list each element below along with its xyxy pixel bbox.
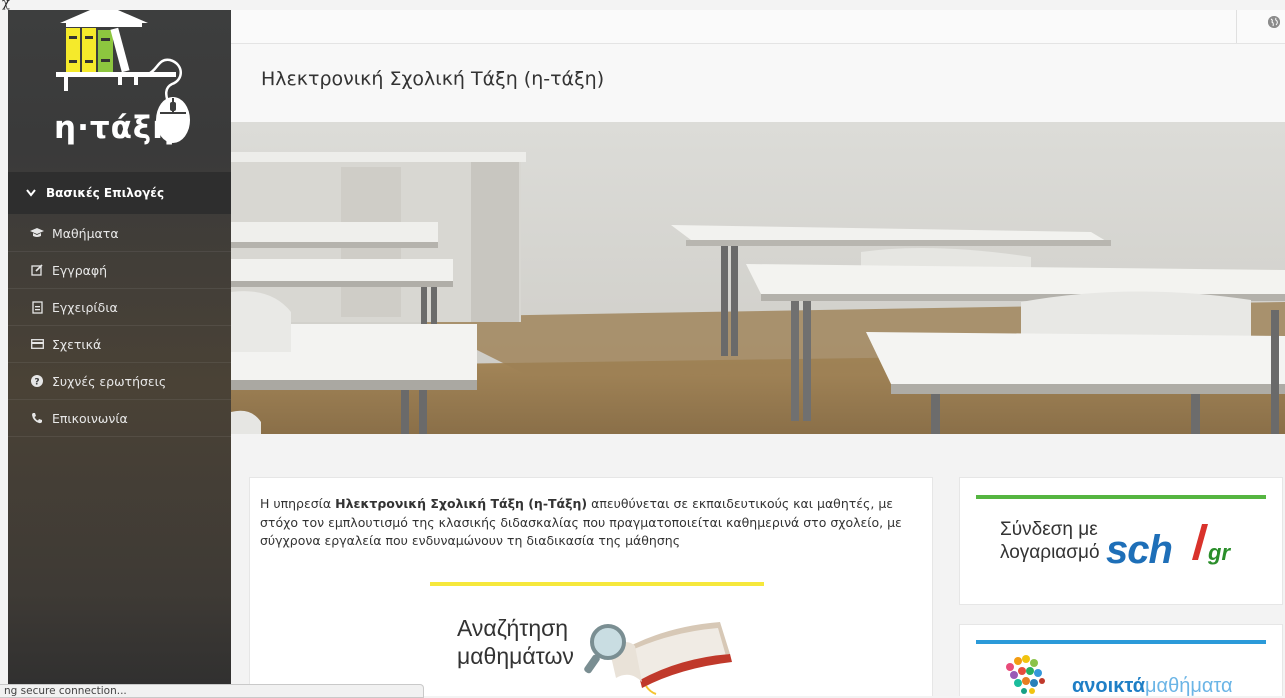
magnifier-book-icon	[584, 622, 732, 695]
sidebar-item-label: Εγγραφή	[52, 262, 108, 278]
menu-heading[interactable]: Βασικές Επιλογές	[8, 172, 231, 214]
sidebar-item-faq[interactable]: ? Συχνές ερωτήσεις	[8, 363, 231, 400]
globe-icon[interactable]	[1268, 16, 1280, 28]
bookshelf-mouse-logo-icon	[56, 10, 190, 143]
blue-divider	[976, 640, 1266, 644]
card-icon	[30, 339, 44, 349]
logo-text: η·τάξη	[54, 110, 176, 146]
hero-image	[231, 122, 1285, 434]
search-line-2: μαθημάτων	[457, 643, 574, 669]
sidebar-menu: Μαθήματα Εγγραφή Εγχειρίδια Σχετικά ? Συ…	[8, 215, 231, 437]
sch-logo-text: sch	[1106, 528, 1173, 572]
intro-card: Η υπηρεσία Ηλεκτρονική Σχολική Τάξη (η-Τ…	[249, 477, 933, 696]
menu-heading-label: Βασικές Επιλογές	[46, 186, 165, 200]
pencil-slash-icon	[1192, 524, 1208, 560]
sidebar-item-about[interactable]: Σχετικά	[8, 326, 231, 363]
sch-login-label: Σύνδεση με λογαριασμό	[1000, 518, 1100, 564]
course-search-banner[interactable]: Αναζήτηση μαθημάτων	[430, 582, 764, 696]
open-courses-logo-icon	[1006, 655, 1045, 694]
sidebar-item-manuals[interactable]: Εγχειρίδια	[8, 289, 231, 326]
yellow-divider	[430, 582, 764, 586]
sidebar: η·τάξη Βασικές Επιλογές Μαθήματα Εγγραφή…	[8, 10, 231, 695]
sidebar-item-label: Εγχειρίδια	[52, 299, 118, 315]
sidebar-item-contact[interactable]: Επικοινωνία	[8, 400, 231, 437]
green-divider	[976, 495, 1266, 499]
logo[interactable]: η·τάξη	[8, 10, 231, 170]
file-icon	[30, 300, 44, 314]
open-courses-card[interactable]: ανοικτάμαθήματα	[959, 624, 1283, 697]
sidebar-item-register[interactable]: Εγγραφή	[8, 252, 231, 289]
edit-icon	[30, 264, 44, 276]
chevron-down-icon	[26, 187, 36, 200]
intro-service-name: Ηλεκτρονική Σχολική Τάξη (η-Τάξη)	[335, 496, 588, 511]
page-title: Ηλεκτρονική Σχολική Τάξη (η-τάξη)	[261, 68, 605, 90]
sidebar-item-label: Επικοινωνία	[52, 410, 128, 426]
sch-login-card[interactable]: Σύνδεση με λογαριασμό sch gr	[959, 477, 1283, 605]
intro-text: Η υπηρεσία Ηλεκτρονική Σχολική Τάξη (η-Τ…	[260, 495, 920, 551]
open-courses-light: μαθήματα	[1145, 675, 1233, 697]
phone-icon	[30, 412, 44, 424]
sch-logo-suffix: gr	[1208, 540, 1230, 565]
open-courses-strong: ανοικτά	[1072, 675, 1146, 697]
intro-prefix: Η υπηρεσία	[260, 496, 336, 511]
sidebar-item-label: Συχνές ερωτήσεις	[52, 373, 167, 389]
graduation-cap-icon	[30, 228, 44, 238]
search-line-1: Αναζήτηση	[457, 615, 569, 641]
question-circle-icon: ?	[30, 375, 44, 387]
course-search-label: Αναζήτηση μαθημάτων	[457, 614, 574, 670]
sidebar-item-courses[interactable]: Μαθήματα	[8, 215, 231, 252]
classroom-desks-illustration	[231, 122, 1285, 434]
sidebar-item-label: Σχετικά	[52, 336, 102, 352]
divider	[1236, 10, 1237, 43]
top-bar	[231, 10, 1285, 44]
sidebar-item-label: Μαθήματα	[52, 225, 119, 241]
sch-line-1: Σύνδεση με	[1000, 519, 1098, 540]
svg-text:?: ?	[34, 378, 39, 388]
sch-line-2: λογαριασμό	[1000, 542, 1100, 563]
browser-status-bar: ng secure connection...	[0, 684, 424, 698]
